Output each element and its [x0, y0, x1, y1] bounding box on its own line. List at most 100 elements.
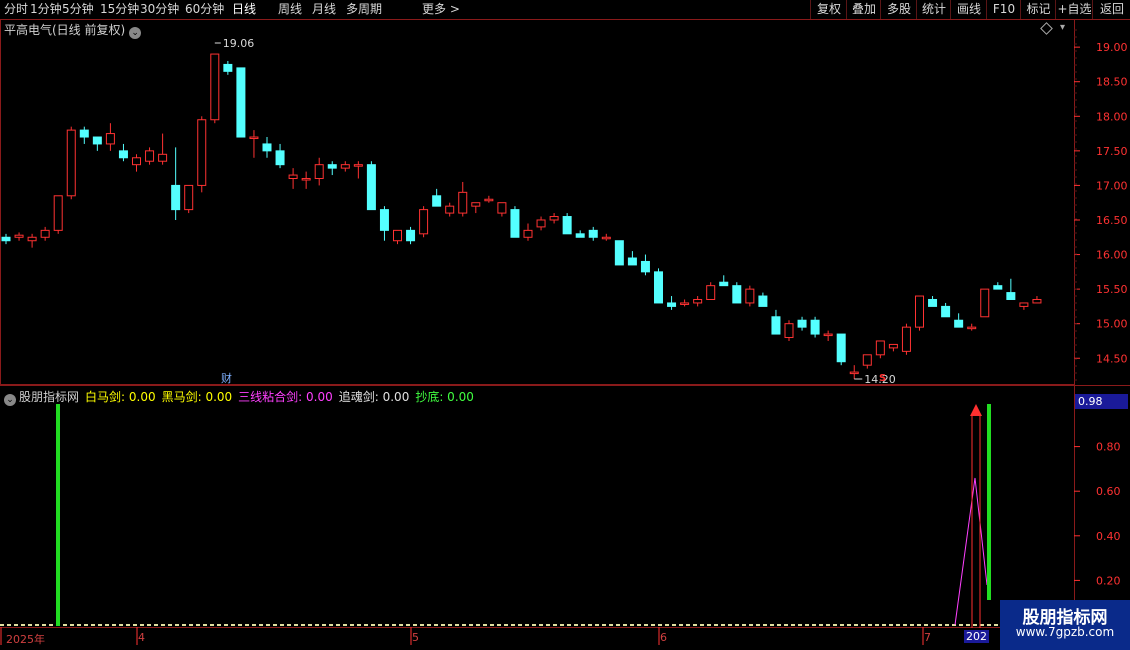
candle-body: [210, 53, 220, 121]
candle-body: [523, 229, 533, 238]
candle-body: [288, 174, 298, 180]
candle-body: [327, 164, 337, 169]
candle-body: [784, 323, 794, 339]
sword-spike-line: [954, 477, 988, 626]
candle-body: [1, 236, 11, 242]
sub-label-1: 0.60: [1096, 485, 1121, 498]
candle-body: [693, 298, 703, 304]
candle-body: [171, 184, 181, 211]
candle-body: [797, 319, 807, 328]
bottom-signal-bar-end: [987, 404, 991, 600]
bottom-signal-bar: [56, 404, 60, 626]
candle-body: [562, 216, 572, 235]
indicator-item-3: 追魂剑: 0.00: [338, 390, 410, 404]
candle-body: [105, 133, 115, 145]
candle-body: [262, 143, 272, 152]
candle-body: [967, 326, 977, 330]
finance-marker[interactable]: 财: [221, 370, 232, 386]
candle-body: [301, 178, 311, 181]
candle-body: [954, 319, 964, 328]
price-label-6: 16.00: [1096, 249, 1128, 262]
candle-body: [993, 285, 1003, 290]
candle-body: [340, 164, 350, 169]
chevron-down-icon[interactable]: ⌄: [4, 394, 16, 406]
date-label-0: 2025年: [6, 633, 45, 646]
candle-body: [875, 340, 885, 356]
indicator-item-0: 白马剑: 0.00: [85, 390, 156, 404]
candle-body: [249, 136, 259, 140]
candle-body: [901, 326, 911, 352]
candle-body: [862, 354, 872, 366]
candle-body: [588, 229, 598, 238]
price-label-4: 17.00: [1096, 179, 1128, 192]
candle-body: [836, 333, 846, 363]
date-label-3: 6: [660, 631, 667, 644]
candle-body: [484, 198, 494, 202]
candle-body: [79, 129, 89, 138]
candle-body: [510, 209, 520, 238]
current-date-label: 202: [964, 630, 989, 643]
sub-label-3: 0.20: [1096, 574, 1121, 587]
candle-body: [680, 302, 690, 305]
candle-body: [14, 234, 24, 238]
candle-body: [471, 202, 481, 207]
indicator-values: 白马剑: 0.00 黑马剑: 0.00 三线粘合剑: 0.00 追魂剑: 0.00 抄底…: [79, 390, 474, 404]
candle-body: [654, 271, 663, 304]
candle-body: [445, 205, 455, 214]
watermark-url: www.7gpzb.com: [1015, 625, 1115, 639]
price-label-1: 18.50: [1096, 76, 1128, 89]
candle-body: [275, 150, 285, 166]
price-label-9: 14.50: [1096, 352, 1128, 365]
indicator-item-1: 黑马剑: 0.00: [161, 390, 233, 404]
candle-body: [393, 229, 402, 242]
sub-label-2: 0.40: [1096, 530, 1121, 543]
price-label-2: 18.00: [1096, 110, 1128, 123]
candle-body: [601, 236, 611, 240]
candle-body: [27, 236, 37, 242]
candle-body: [379, 209, 389, 231]
candle-body: [236, 67, 246, 138]
candle-body: [549, 216, 559, 221]
candle-body: [575, 233, 585, 238]
kline-chart[interactable]: 19.00 18.50 18.00 17.50 17.00 16.50 16.00 15.50…: [0, 0, 1130, 650]
candle-body: [1032, 298, 1042, 304]
candle-body: [732, 285, 742, 304]
candle-body: [719, 281, 729, 287]
candle-body: [640, 260, 650, 273]
main-panel-frame: [0, 19, 1075, 385]
price-label-3: 17.50: [1096, 145, 1128, 158]
candle-body: [980, 288, 990, 318]
candle-body: [223, 63, 233, 72]
candle-body: [132, 157, 141, 166]
candle-body: [758, 295, 768, 307]
candle-body: [536, 219, 546, 228]
candle-body: [419, 209, 429, 235]
candle-body: [118, 150, 128, 159]
indicator-value-box: 0.98: [1075, 394, 1128, 409]
candle-body: [915, 295, 924, 328]
indicator-name: 股朋指标网: [19, 390, 80, 404]
candle-body: [1019, 302, 1029, 307]
candle-body: [849, 371, 859, 375]
candle-body: [353, 164, 363, 167]
candle-body: [941, 305, 951, 318]
candle-body: [823, 333, 833, 337]
candle-body: [627, 257, 637, 266]
candle-body: [614, 240, 624, 266]
price-label-5: 16.50: [1096, 214, 1128, 227]
caret-down-icon[interactable]: ▾: [1060, 22, 1065, 33]
candle-body: [745, 288, 755, 304]
candle-body: [53, 195, 63, 231]
chevron-down-icon[interactable]: ⌄: [129, 27, 142, 39]
price-label-8: 15.00: [1096, 318, 1128, 331]
date-label-1: 4: [138, 631, 145, 644]
candle-body: [771, 316, 781, 335]
candle-body: [406, 229, 416, 242]
candle-body: [40, 229, 50, 238]
sub-label-0: 0.80: [1096, 441, 1121, 454]
candle-body: [432, 195, 442, 207]
indicator-title: ⌄ 股朋指标网 白马剑: 0.00 黑马剑: 0.00 三线粘合剑: 0.00 追魂剑: …: [4, 388, 474, 406]
candle-body: [92, 136, 102, 145]
chart-title[interactable]: 平高电气(日线 前复权) ⌄: [4, 21, 142, 39]
candle-body: [888, 343, 898, 349]
